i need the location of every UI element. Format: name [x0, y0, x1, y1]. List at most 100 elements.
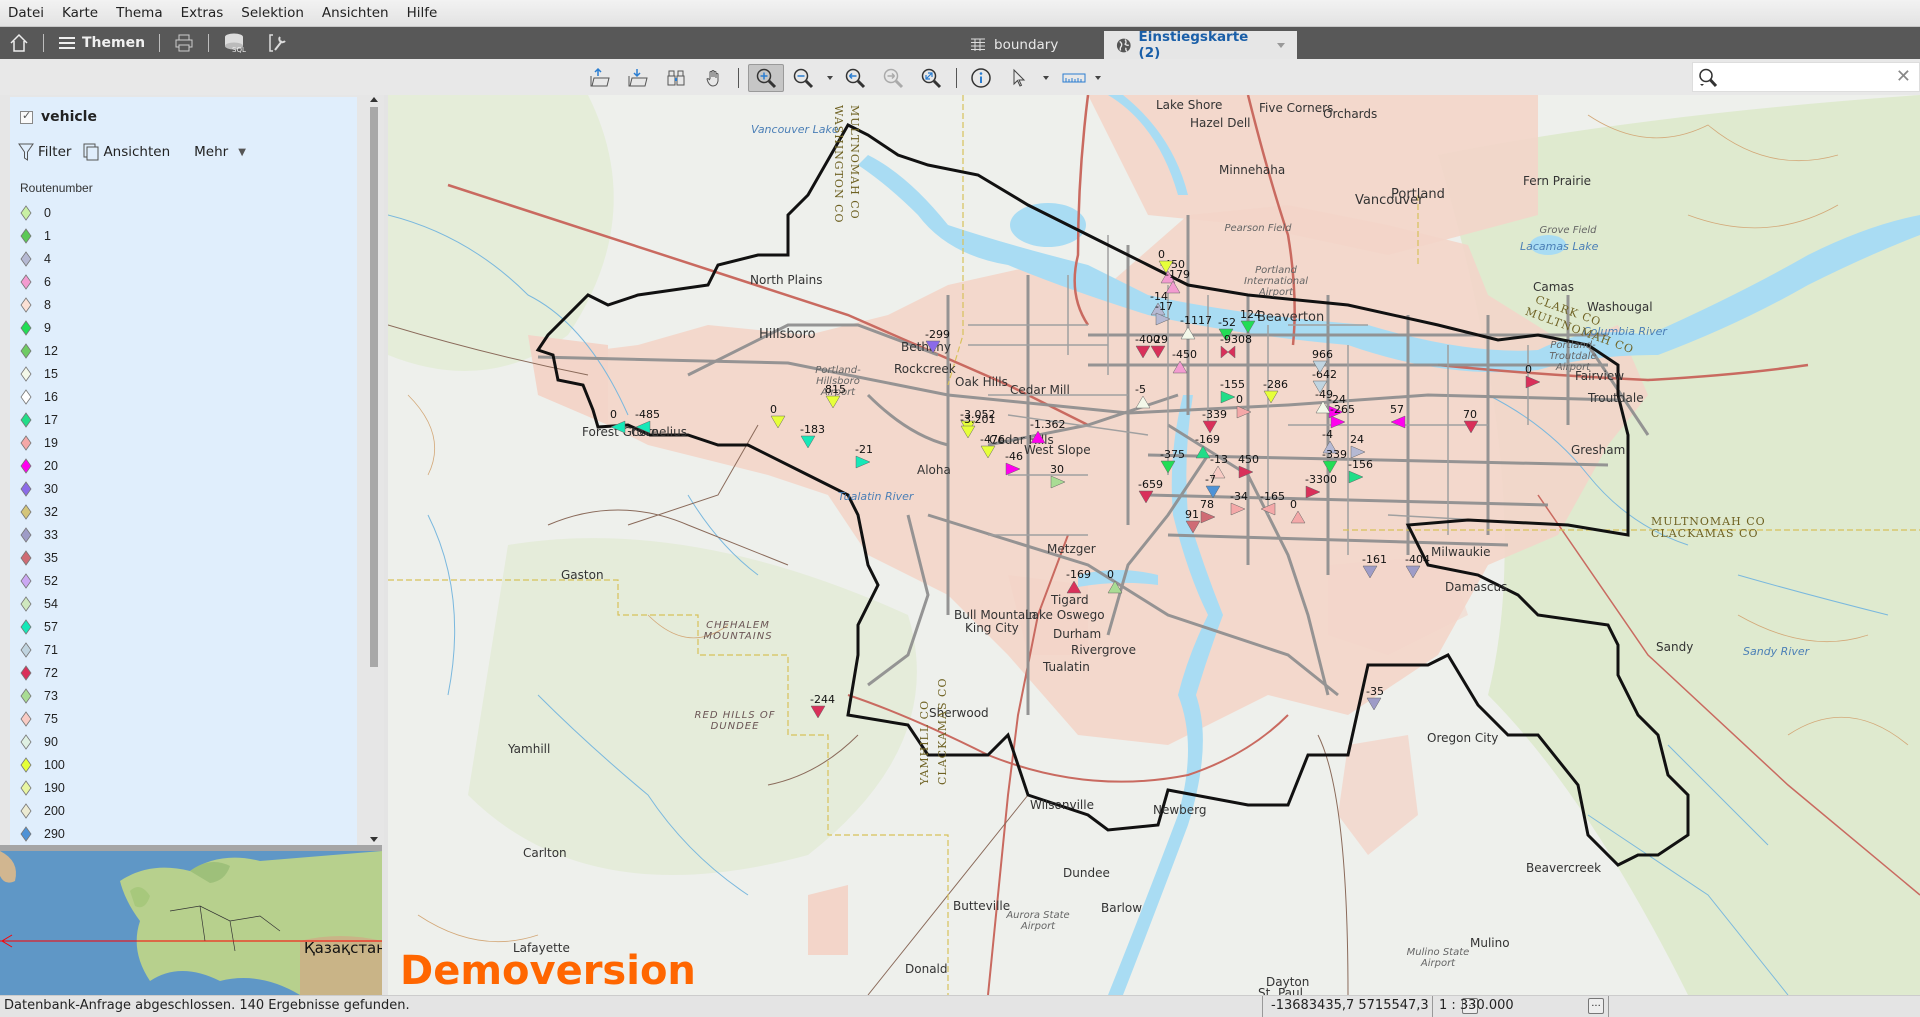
- measure-dropdown-icon[interactable]: [1095, 76, 1101, 80]
- vehicle-marker[interactable]: -1.362: [1030, 419, 1065, 448]
- vehicle-marker[interactable]: 70: [1463, 409, 1479, 438]
- vehicle-marker[interactable]: -35: [1366, 686, 1384, 715]
- search-input[interactable]: [1725, 67, 1885, 87]
- vehicle-marker[interactable]: -450: [1172, 349, 1197, 378]
- menu-hilfe[interactable]: Hilfe: [398, 5, 447, 21]
- legend-item[interactable]: 200: [20, 799, 65, 822]
- legend-item[interactable]: 54: [20, 592, 65, 615]
- vehicle-marker[interactable]: -286: [1263, 379, 1288, 408]
- legend-item[interactable]: 0: [20, 201, 65, 224]
- vehicle-marker[interactable]: 30: [1050, 464, 1066, 493]
- zoom-previous-button[interactable]: [840, 65, 870, 91]
- legend-item[interactable]: 57: [20, 615, 65, 638]
- vehicle-marker[interactable]: -299: [925, 329, 950, 358]
- legend-item[interactable]: 4: [20, 247, 65, 270]
- legend-item[interactable]: 1: [20, 224, 65, 247]
- legend-item[interactable]: 17: [20, 408, 65, 431]
- select-dropdown-icon[interactable]: [1043, 76, 1049, 80]
- vehicle-marker[interactable]: 91: [1185, 509, 1201, 538]
- themen-button[interactable]: Themen: [48, 27, 155, 59]
- scale-options-button[interactable]: ...: [1588, 998, 1604, 1014]
- legend-item[interactable]: 6: [20, 270, 65, 293]
- vehicle-marker[interactable]: -165: [1260, 491, 1285, 520]
- menu-selektion[interactable]: Selektion: [232, 5, 313, 21]
- info-button[interactable]: [966, 65, 996, 91]
- vehicle-marker[interactable]: -476: [980, 434, 1005, 463]
- legend-item[interactable]: 8: [20, 293, 65, 316]
- find-button[interactable]: [661, 65, 691, 91]
- layer-visibility-checkbox[interactable]: [20, 109, 33, 124]
- vehicle-marker[interactable]: -375: [1160, 449, 1185, 478]
- vehicle-marker[interactable]: -485: [635, 409, 660, 438]
- vehicle-marker[interactable]: -34: [1230, 491, 1248, 520]
- vehicle-marker[interactable]: -404: [1405, 554, 1430, 583]
- tab-einstiegskarte[interactable]: Einstiegskarte (2): [1104, 29, 1297, 61]
- zoom-out-dropdown-icon[interactable]: [827, 76, 833, 80]
- vehicle-marker[interactable]: 0: [610, 409, 626, 438]
- vehicle-marker[interactable]: -3300: [1305, 474, 1337, 503]
- legend-item[interactable]: 52: [20, 569, 65, 592]
- legend-item[interactable]: 73: [20, 684, 65, 707]
- legend-item[interactable]: 100: [20, 753, 65, 776]
- scroll-up-icon[interactable]: [370, 97, 378, 102]
- legend-item[interactable]: 33: [20, 523, 65, 546]
- legend-scrollbar[interactable]: [368, 95, 380, 845]
- menu-ansichten[interactable]: Ansichten: [313, 5, 398, 21]
- vehicle-marker[interactable]: 0: [1236, 394, 1252, 423]
- vehicle-marker[interactable]: 0: [1290, 499, 1306, 528]
- save-file-button[interactable]: [623, 65, 653, 91]
- vehicle-marker[interactable]: -5: [1135, 384, 1151, 413]
- vehicle-marker[interactable]: -7: [1205, 474, 1221, 503]
- vehicle-marker[interactable]: -161: [1362, 554, 1387, 583]
- menu-thema[interactable]: Thema: [107, 5, 172, 21]
- scroll-thumb[interactable]: [370, 107, 378, 667]
- pan-button[interactable]: [699, 65, 729, 91]
- map-canvas[interactable]: Vancouver Portland Beaverton Hillsboro Lake …: [388, 95, 1920, 995]
- tab-dropdown-icon[interactable]: [1277, 42, 1285, 48]
- overview-map[interactable]: Қазақстан: [0, 845, 382, 995]
- settings-tool-button[interactable]: [257, 27, 299, 59]
- vehicle-marker[interactable]: -46: [1005, 451, 1023, 480]
- menu-extras[interactable]: Extras: [172, 5, 233, 21]
- legend-item[interactable]: 32: [20, 500, 65, 523]
- menu-karte[interactable]: Karte: [53, 5, 107, 21]
- clear-search-icon[interactable]: ✕: [1896, 66, 1911, 87]
- sql-button[interactable]: SQL: [213, 27, 257, 59]
- legend-item[interactable]: 15: [20, 362, 65, 385]
- vehicle-marker[interactable]: -17: [1155, 301, 1173, 330]
- tab-boundary[interactable]: boundary: [958, 31, 1070, 59]
- filter-button[interactable]: Filter: [18, 143, 75, 161]
- vehicle-marker[interactable]: -9308: [1220, 334, 1252, 363]
- vehicle-marker[interactable]: 0: [770, 404, 786, 433]
- vehicle-marker[interactable]: 966: [1312, 349, 1333, 378]
- vehicle-marker[interactable]: -169: [1066, 569, 1091, 598]
- measure-button[interactable]: [1056, 65, 1092, 91]
- menu-datei[interactable]: Datei: [0, 5, 53, 21]
- scroll-down-icon[interactable]: [370, 837, 378, 842]
- vehicle-marker[interactable]: -1117: [1180, 315, 1212, 344]
- vehicle-marker[interactable]: 0: [1107, 569, 1123, 598]
- select-button[interactable]: [1004, 65, 1034, 91]
- home-button[interactable]: [0, 27, 39, 59]
- legend-item[interactable]: 9: [20, 316, 65, 339]
- vehicle-marker[interactable]: -179: [1165, 269, 1190, 298]
- search-icon[interactable]: [1697, 67, 1721, 89]
- views-button[interactable]: Ansichten: [83, 143, 174, 161]
- zoom-next-button[interactable]: [878, 65, 908, 91]
- vehicle-marker[interactable]: -183: [800, 424, 825, 453]
- legend-item[interactable]: 75: [20, 707, 65, 730]
- vehicle-marker[interactable]: 78: [1200, 499, 1216, 528]
- zoom-extent-button[interactable]: [916, 65, 946, 91]
- zoom-out-button[interactable]: [788, 65, 818, 91]
- vehicle-marker[interactable]: -21: [855, 444, 873, 473]
- legend-item[interactable]: 190: [20, 776, 65, 799]
- legend-item[interactable]: 20: [20, 454, 65, 477]
- vehicle-marker[interactable]: -29: [1150, 334, 1168, 363]
- vehicle-marker[interactable]: -156: [1348, 459, 1373, 488]
- legend-item[interactable]: 16: [20, 385, 65, 408]
- legend-item[interactable]: 290: [20, 822, 65, 845]
- vehicle-marker[interactable]: 815: [825, 384, 846, 413]
- vehicle-marker[interactable]: 57: [1390, 404, 1406, 433]
- legend-item[interactable]: 71: [20, 638, 65, 661]
- legend-item[interactable]: 12: [20, 339, 65, 362]
